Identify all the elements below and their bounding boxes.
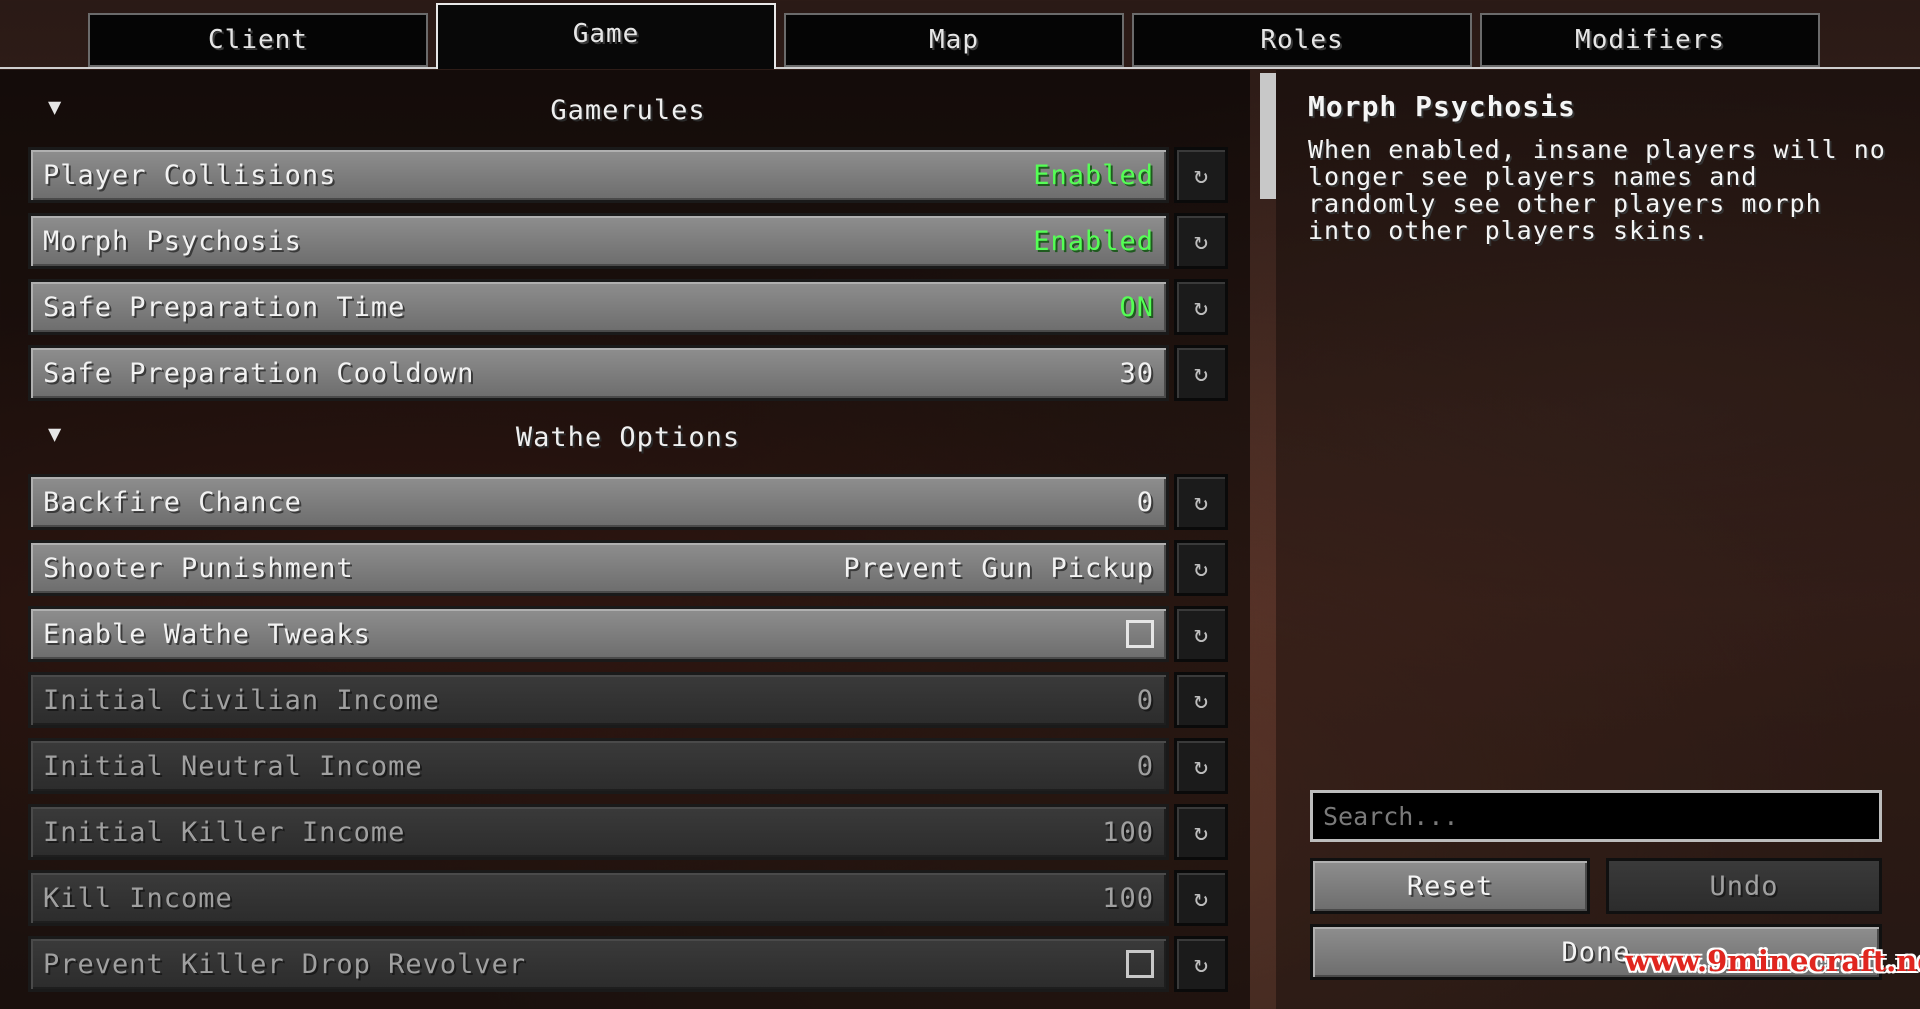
option-value: 0 xyxy=(1136,750,1154,782)
option-initial-killer-income[interactable]: Initial Killer Income 100 xyxy=(28,804,1169,860)
reset-icon[interactable]: ↻ xyxy=(1174,606,1228,662)
checkbox[interactable] xyxy=(1126,950,1154,978)
checkbox[interactable] xyxy=(1126,620,1154,648)
option-label: Initial Killer Income xyxy=(43,816,406,848)
option-value: 30 xyxy=(1119,357,1154,389)
option-row: Enable Wathe Tweaks ↻ xyxy=(28,606,1228,662)
reset-icon[interactable]: ↻ xyxy=(1174,279,1228,335)
section-title: Wathe Options xyxy=(515,421,741,453)
option-label: Morph Psychosis xyxy=(43,225,302,257)
option-row: Player Collisions Enabled ↻ xyxy=(28,147,1228,203)
reset-icon[interactable]: ↻ xyxy=(1174,474,1228,530)
option-shooter-punishment[interactable]: Shooter Punishment Prevent Gun Pickup xyxy=(28,540,1169,596)
tab-map[interactable]: Map xyxy=(784,13,1124,67)
undo-button[interactable]: Undo xyxy=(1606,858,1882,914)
option-row: Backfire Chance 0 ↻ xyxy=(28,474,1228,530)
description-title: Morph Psychosis xyxy=(1308,90,1576,123)
option-label: Initial Civilian Income xyxy=(43,684,440,716)
search-input[interactable] xyxy=(1310,790,1882,842)
scrollbar-thumb[interactable] xyxy=(1260,73,1276,199)
option-row: Shooter Punishment Prevent Gun Pickup ↻ xyxy=(28,540,1228,596)
option-row: Safe Preparation Time ON ↻ xyxy=(28,279,1228,335)
tab-client[interactable]: Client xyxy=(88,13,428,67)
collapse-arrow-icon[interactable]: ▼ xyxy=(48,95,61,120)
option-safe-preparation-cooldown[interactable]: Safe Preparation Cooldown 30 xyxy=(28,345,1169,401)
reset-icon[interactable]: ↻ xyxy=(1174,540,1228,596)
reset-icon[interactable]: ↻ xyxy=(1174,672,1228,728)
option-row: Initial Killer Income 100 ↻ xyxy=(28,804,1228,860)
option-row: Kill Income 100 ↻ xyxy=(28,870,1228,926)
option-value: Enabled xyxy=(1033,159,1154,191)
option-value: 100 xyxy=(1102,882,1154,914)
section-wathe-options[interactable]: ▼ Wathe Options xyxy=(28,411,1228,463)
reset-icon[interactable]: ↻ xyxy=(1174,870,1228,926)
option-label: Shooter Punishment xyxy=(43,552,354,584)
option-value: 100 xyxy=(1102,816,1154,848)
reset-icon[interactable]: ↻ xyxy=(1174,936,1228,992)
option-initial-neutral-income[interactable]: Initial Neutral Income 0 xyxy=(28,738,1169,794)
option-initial-civilian-income[interactable]: Initial Civilian Income 0 xyxy=(28,672,1169,728)
reset-icon[interactable]: ↻ xyxy=(1174,147,1228,203)
option-row: Initial Civilian Income 0 ↻ xyxy=(28,672,1228,728)
tab-game[interactable]: Game xyxy=(436,3,776,69)
description-body: When enabled, insane players will no lon… xyxy=(1308,135,1886,245)
reset-icon[interactable]: ↻ xyxy=(1174,738,1228,794)
option-label: Player Collisions xyxy=(43,159,337,191)
option-player-collisions[interactable]: Player Collisions Enabled xyxy=(28,147,1169,203)
reset-icon[interactable]: ↻ xyxy=(1174,213,1228,269)
option-row: Morph Psychosis Enabled ↻ xyxy=(28,213,1228,269)
tab-bar: Client Game Map Roles Modifiers xyxy=(0,0,1920,70)
option-value: 0 xyxy=(1136,486,1154,518)
tab-roles[interactable]: Roles xyxy=(1132,13,1472,67)
option-label: Backfire Chance xyxy=(43,486,302,518)
option-value: Prevent Gun Pickup xyxy=(843,552,1154,584)
option-backfire-chance[interactable]: Backfire Chance 0 xyxy=(28,474,1169,530)
section-title: Gamerules xyxy=(550,94,706,126)
option-label: Safe Preparation Cooldown xyxy=(43,357,475,389)
option-enable-wathe-tweaks[interactable]: Enable Wathe Tweaks xyxy=(28,606,1169,662)
option-value: Enabled xyxy=(1033,225,1154,257)
option-label: Kill Income xyxy=(43,882,233,914)
option-label: Prevent Killer Drop Revolver xyxy=(43,948,527,980)
option-prevent-killer-drop-revolver[interactable]: Prevent Killer Drop Revolver xyxy=(28,936,1169,992)
option-label: Initial Neutral Income xyxy=(43,750,423,782)
tab-divider xyxy=(0,67,1920,69)
option-safe-preparation-time[interactable]: Safe Preparation Time ON xyxy=(28,279,1169,335)
option-label: Safe Preparation Time xyxy=(43,291,406,323)
watermark: www.9minecraft.net xyxy=(1625,944,1920,978)
reset-icon[interactable]: ↻ xyxy=(1174,345,1228,401)
option-row: Initial Neutral Income 0 ↻ xyxy=(28,738,1228,794)
option-label: Enable Wathe Tweaks xyxy=(43,618,371,650)
reset-icon[interactable]: ↻ xyxy=(1174,804,1228,860)
option-value: ON xyxy=(1119,291,1154,323)
tab-modifiers[interactable]: Modifiers xyxy=(1480,13,1820,67)
option-row: Safe Preparation Cooldown 30 ↻ xyxy=(28,345,1228,401)
option-row: Prevent Killer Drop Revolver ↻ xyxy=(28,936,1228,992)
reset-button[interactable]: Reset xyxy=(1310,858,1590,914)
option-kill-income[interactable]: Kill Income 100 xyxy=(28,870,1169,926)
option-value: 0 xyxy=(1136,684,1154,716)
collapse-arrow-icon[interactable]: ▼ xyxy=(48,422,61,447)
section-gamerules[interactable]: ▼ Gamerules xyxy=(28,84,1228,136)
option-morph-psychosis[interactable]: Morph Psychosis Enabled xyxy=(28,213,1169,269)
